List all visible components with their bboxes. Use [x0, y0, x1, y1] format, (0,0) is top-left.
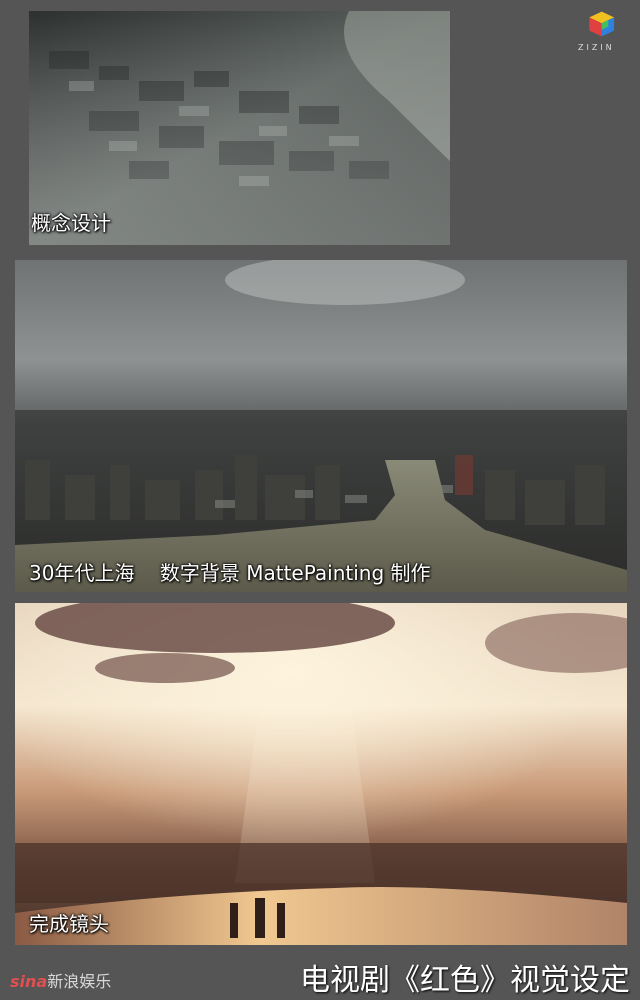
- sina-watermark: sina新浪娱乐: [10, 968, 111, 992]
- panel-caption: 完成镜头: [29, 912, 109, 936]
- logo-text: ZIZIN: [578, 43, 615, 52]
- matte-painting-image: 30年代上海 数字背景 MattePainting 制作: [15, 260, 627, 592]
- footer-title: 电视剧《红色》视觉设定: [300, 963, 630, 998]
- concept-art-image: 概念设计: [29, 11, 450, 245]
- panel-caption: 30年代上海 数字背景 MattePainting 制作: [29, 561, 431, 585]
- final-shot-image: 完成镜头: [15, 603, 627, 945]
- panel-caption: 概念设计: [31, 211, 111, 235]
- sina-brand: sina: [10, 972, 48, 991]
- sina-watermark-text: 新浪娱乐: [47, 972, 112, 991]
